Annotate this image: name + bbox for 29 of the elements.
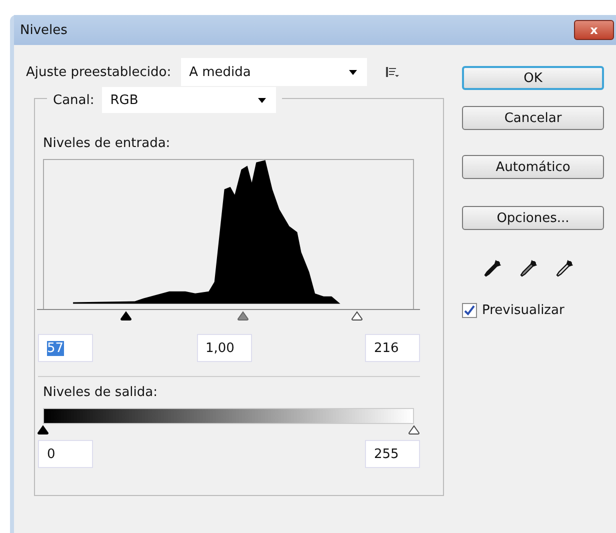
channel-dropdown[interactable]: RGB bbox=[102, 87, 276, 113]
preset-dropdown[interactable]: A medida bbox=[181, 58, 368, 86]
output-slider[interactable] bbox=[37, 424, 420, 436]
ok-button[interactable]: OK bbox=[462, 66, 604, 90]
number-field[interactable]: 255 bbox=[365, 440, 420, 468]
eyedropper-icon[interactable] bbox=[482, 259, 502, 279]
preview-checkbox[interactable] bbox=[462, 303, 477, 318]
output-levels-label: Niveles de salida: bbox=[43, 385, 158, 400]
slider-handle[interactable] bbox=[120, 311, 132, 321]
slider-handle[interactable] bbox=[351, 311, 364, 321]
channel-label: Canal: bbox=[53, 92, 94, 108]
slider-handle[interactable] bbox=[237, 311, 250, 321]
options-button[interactable]: Opciones... bbox=[462, 206, 604, 230]
number-field[interactable]: 216 bbox=[365, 334, 420, 362]
auto-button[interactable]: Automático bbox=[462, 155, 604, 179]
number-field[interactable]: 57 bbox=[38, 334, 93, 362]
menu-icon[interactable] bbox=[385, 66, 400, 78]
eyedropper-icon[interactable] bbox=[518, 259, 538, 279]
number-field[interactable]: 1,00 bbox=[196, 334, 252, 362]
window-title: Niveles bbox=[20, 22, 68, 38]
preview-label: Previsualizar bbox=[482, 303, 564, 318]
cancel-button[interactable]: Cancelar bbox=[462, 106, 604, 130]
slider-handle[interactable] bbox=[37, 425, 49, 435]
input-levels-label: Niveles de entrada: bbox=[43, 136, 172, 151]
slider-handle[interactable] bbox=[408, 425, 420, 435]
eyedropper-icon[interactable] bbox=[554, 259, 574, 279]
preset-label: Ajuste preestablecido: bbox=[26, 64, 172, 80]
number-field[interactable]: 0 bbox=[38, 440, 93, 468]
close-button[interactable]: x bbox=[574, 20, 614, 40]
